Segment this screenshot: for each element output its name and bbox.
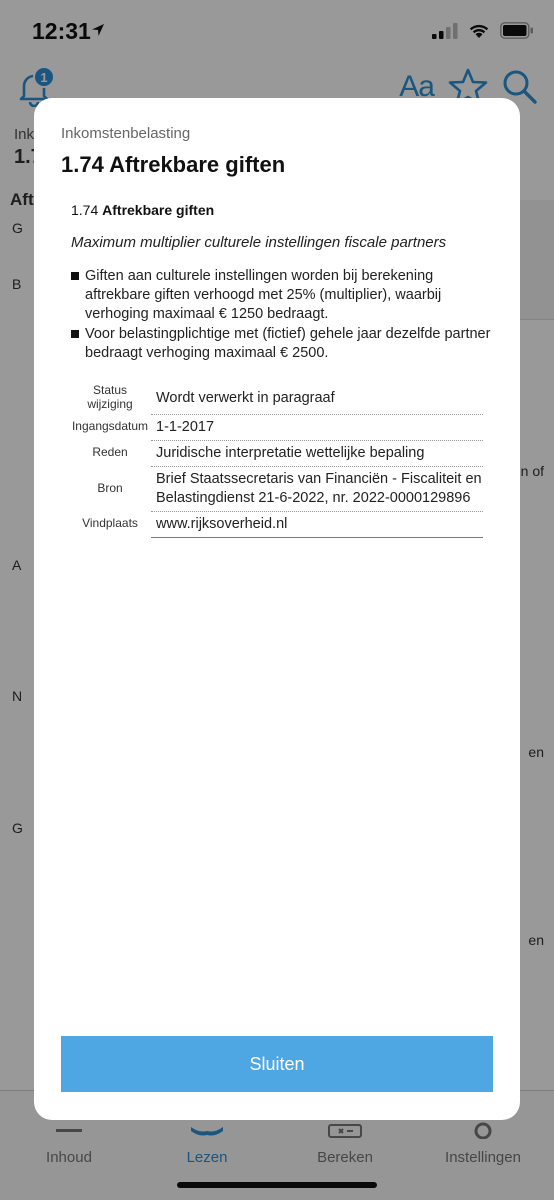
- content-title: 1.74 Aftrekbare giften: [71, 202, 491, 218]
- table-row: Status wijziging Wordt verwerkt in parag…: [71, 381, 483, 415]
- modal-subtitle: Inkomstenbelasting: [61, 125, 191, 142]
- meta-value: Wordt verwerkt in paragraaf: [151, 381, 483, 415]
- close-button[interactable]: Sluiten: [61, 1036, 493, 1092]
- bullet-text: Voor belastingplichtige met (fictief) ge…: [85, 326, 491, 361]
- meta-value-link[interactable]: www.rijksoverheid.nl: [151, 511, 483, 538]
- meta-value: 1-1-2017: [151, 414, 483, 441]
- meta-label: Reden: [92, 445, 128, 459]
- list-item: Giften aan culturele instellingen worden…: [71, 267, 491, 324]
- meta-label: Ingangsdatum: [71, 419, 149, 433]
- info-modal: Inkomstenbelasting 1.74 Aftrekbare gifte…: [34, 98, 520, 1120]
- table-row: Reden Juridische interpretatie wettelijk…: [71, 440, 483, 467]
- bullet-text: Giften aan culturele instellingen worden…: [85, 268, 442, 322]
- table-row: Vindplaats www.rijksoverheid.nl: [71, 511, 483, 538]
- meta-value: Brief Staatssecretaris van Financiën - F…: [151, 466, 483, 512]
- italic-heading: Maximum multiplier culturele instellinge…: [71, 234, 447, 251]
- bullet-square-icon: [71, 330, 79, 338]
- meta-label: Bron: [97, 481, 123, 495]
- bullet-square-icon: [71, 272, 79, 280]
- bullet-list: Giften aan culturele instellingen worden…: [71, 267, 491, 363]
- metadata-table: Status wijziging Wordt verwerkt in parag…: [71, 381, 483, 538]
- meta-value: Juridische interpretatie wettelijke bepa…: [151, 440, 483, 467]
- meta-label: Vindplaats: [82, 516, 138, 530]
- modal-content: 1.74 Aftrekbare giften Maximum multiplie…: [71, 202, 491, 538]
- meta-label: Status wijziging: [87, 383, 133, 411]
- list-item: Voor belastingplichtige met (fictief) ge…: [71, 325, 491, 363]
- content-number: 1.74: [71, 202, 103, 218]
- content-heading: Aftrekbare giften: [102, 202, 215, 218]
- table-row: Ingangsdatum 1-1-2017: [71, 414, 483, 441]
- table-row: Bron Brief Staatssecretaris van Financië…: [71, 466, 483, 512]
- modal-title: 1.74 Aftrekbare giften: [61, 152, 286, 177]
